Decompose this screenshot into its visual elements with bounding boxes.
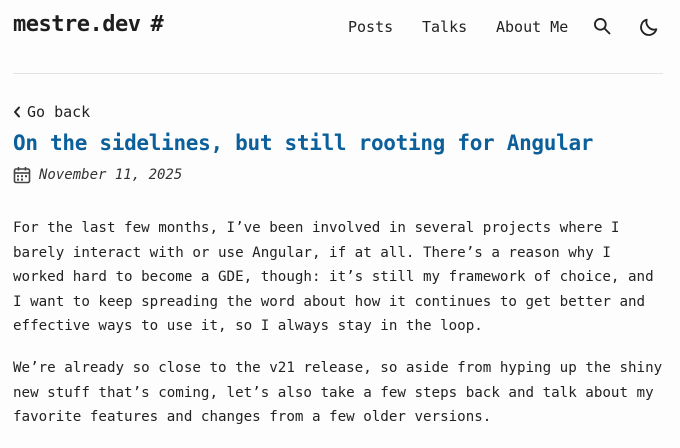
paragraph-line: new stuff that’s coming, let’s also take… <box>13 384 654 401</box>
site-header: mestre.dev # Posts Talks About Me <box>0 0 680 56</box>
nav-about-link[interactable]: About Me <box>496 18 568 36</box>
site-logo[interactable]: mestre.dev # <box>13 12 164 37</box>
article-paragraph: We’re already so close to the v21 releas… <box>13 356 673 430</box>
calendar-icon <box>13 167 31 184</box>
article-date: November 11, 2025 <box>13 166 182 184</box>
paragraph-line: favorite features and changes from a few… <box>13 409 492 426</box>
paragraph-line: worked hard to become a GDE, though: it’… <box>13 269 654 286</box>
paragraph-line: barely interact with or use Angular, if … <box>13 244 611 261</box>
nav-posts-link[interactable]: Posts <box>348 18 393 36</box>
paragraph-line: We’re already so close to the v21 releas… <box>13 360 663 376</box>
article-date-text: November 11, 2025 <box>39 167 183 183</box>
theme-toggle-button[interactable] <box>638 16 660 38</box>
paragraph-line: effective ways to use it, so I always st… <box>13 318 483 335</box>
logo-text: mestre.dev <box>13 12 141 37</box>
nav-talks-link[interactable]: Talks <box>422 18 467 36</box>
moon-icon <box>640 18 658 36</box>
search-icon <box>594 18 611 35</box>
article-paragraph: For the last few months, I’ve been invol… <box>13 216 673 339</box>
paragraph-line: For the last few months, I’ve been invol… <box>13 220 620 236</box>
logo-hash: # <box>150 12 164 37</box>
search-button[interactable] <box>592 16 614 38</box>
header-divider <box>13 73 663 74</box>
chevron-left-icon <box>14 106 20 118</box>
article-title: On the sidelines, but still rooting for … <box>13 131 594 155</box>
go-back-label: Go back <box>27 103 91 121</box>
go-back-link[interactable]: Go back <box>13 103 90 121</box>
paragraph-line: I want to keep spreading the word about … <box>13 293 646 310</box>
